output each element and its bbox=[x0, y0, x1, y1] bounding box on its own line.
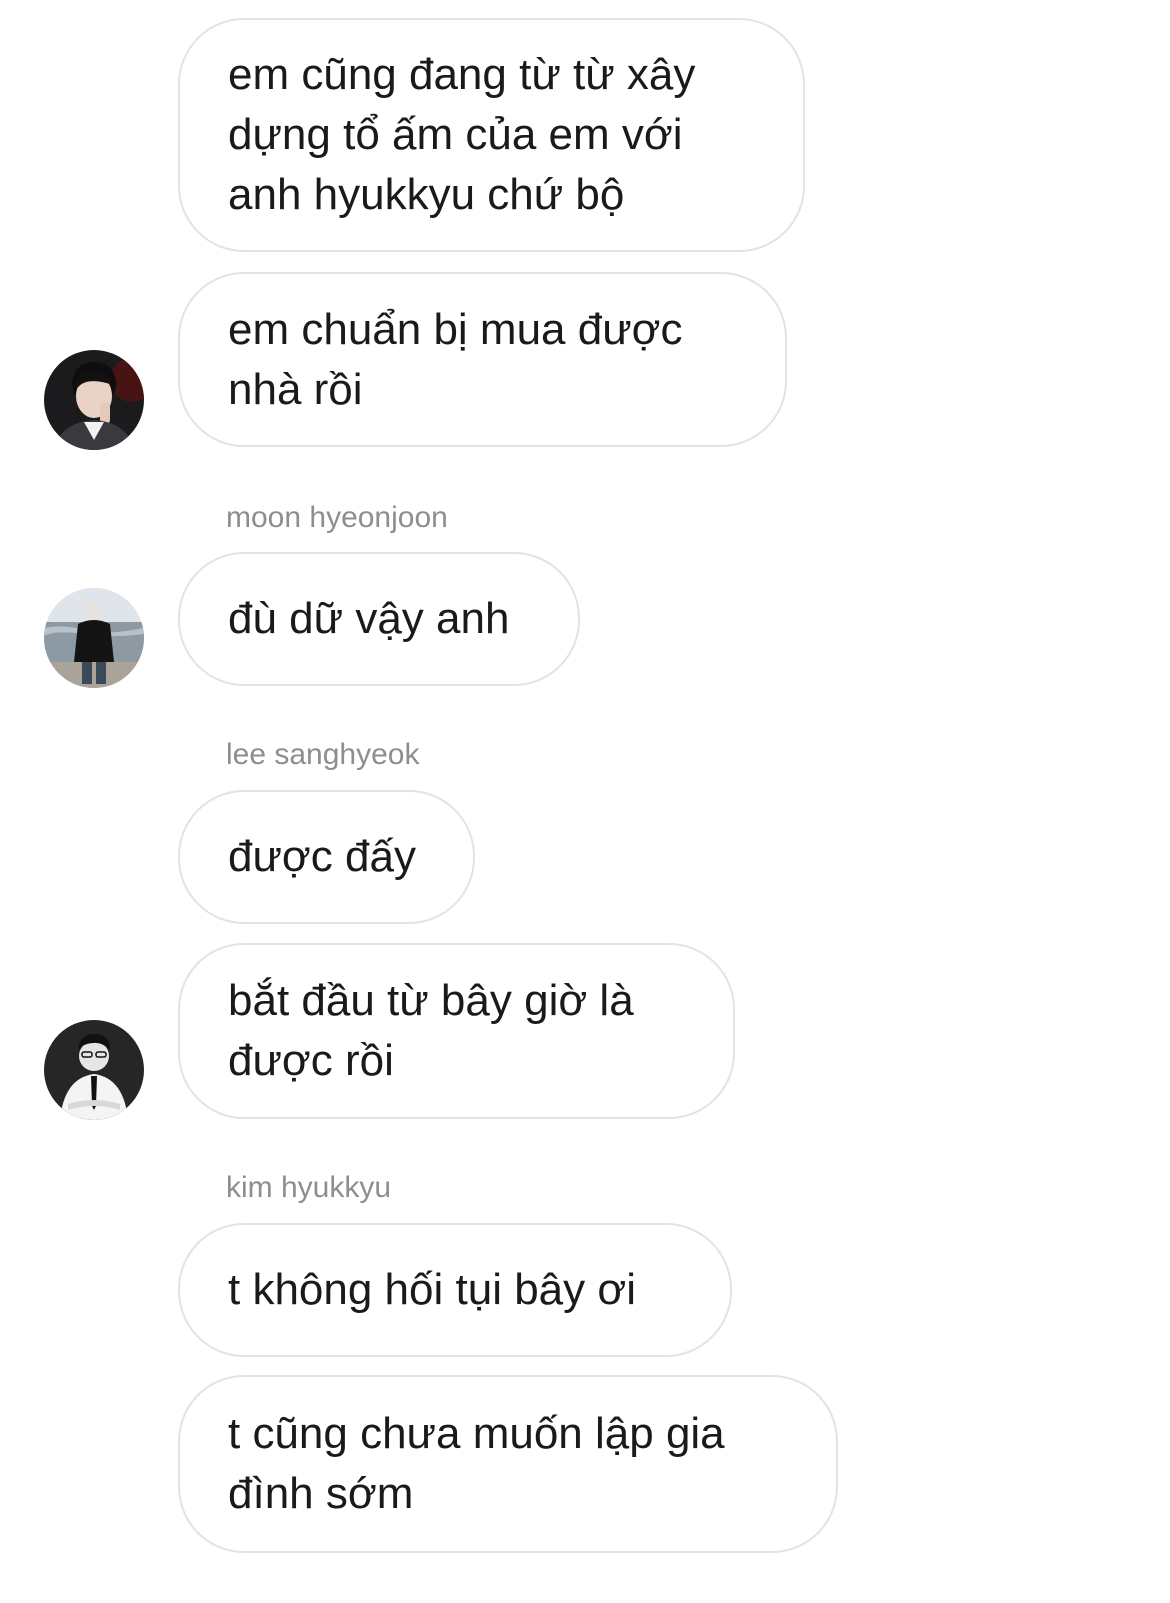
message-thread: em cũng đang từ từ xây dựng tổ ấm của em… bbox=[0, 0, 1170, 1603]
sender-avatar[interactable] bbox=[44, 1020, 144, 1120]
sender-name: lee sanghyeok bbox=[226, 738, 420, 771]
message-text: t không hối tụi bây ơi bbox=[228, 1265, 636, 1314]
message-text: bắt đầu từ bây giờ là được rồi bbox=[228, 976, 634, 1085]
message-bubble[interactable]: đù dữ vậy anh bbox=[178, 552, 580, 686]
message-bubble[interactable]: em chuẩn bị mua được nhà rồi bbox=[178, 272, 787, 447]
avatar-seaside-icon bbox=[44, 588, 144, 688]
sender-avatar[interactable] bbox=[44, 350, 144, 450]
sender-name: moon hyeonjoon bbox=[226, 501, 448, 534]
message-bubble[interactable]: em cũng đang từ từ xây dựng tổ ấm của em… bbox=[178, 18, 805, 252]
avatar-suit-bw-icon bbox=[44, 1020, 144, 1120]
message-bubble[interactable]: t cũng chưa muốn lập gia đình sớm bbox=[178, 1375, 838, 1553]
sender-avatar[interactable] bbox=[44, 588, 144, 688]
message-text: em chuẩn bị mua được nhà rồi bbox=[228, 304, 683, 414]
message-text: t cũng chưa muốn lập gia đình sớm bbox=[228, 1409, 725, 1518]
sender-name: kim hyukkyu bbox=[226, 1171, 392, 1204]
message-text: được đấy bbox=[228, 832, 416, 881]
message-bubble[interactable]: được đấy bbox=[178, 790, 475, 924]
message-text: đù dữ vậy anh bbox=[228, 594, 510, 643]
message-bubble[interactable]: t không hối tụi bây ơi bbox=[178, 1223, 732, 1357]
message-text: em cũng đang từ từ xây dựng tổ ấm của em… bbox=[228, 50, 696, 219]
avatar-portrait-dark-icon bbox=[44, 350, 144, 450]
message-bubble[interactable]: bắt đầu từ bây giờ là được rồi bbox=[178, 943, 735, 1119]
